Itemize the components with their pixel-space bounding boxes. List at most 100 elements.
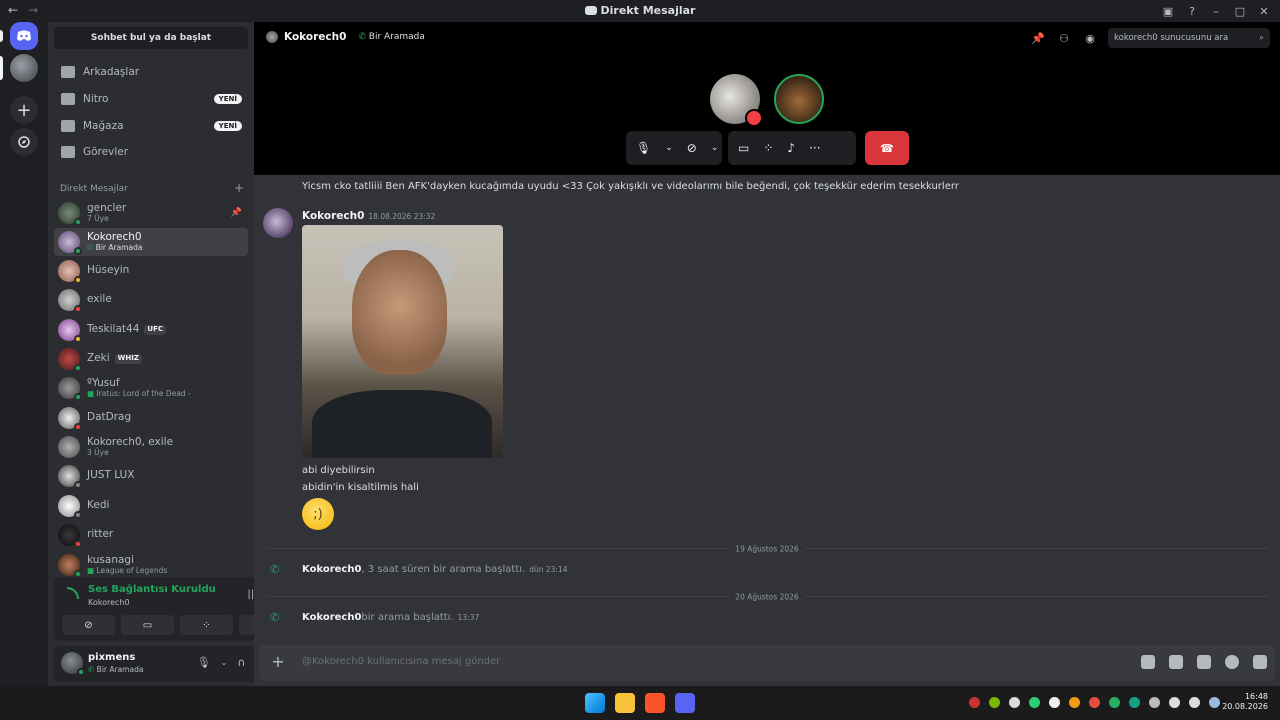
nav-shop[interactable]: Mağaza YENİ <box>54 114 248 138</box>
soundboard-icon[interactable]: ♪ <box>787 141 795 155</box>
avatar <box>58 260 82 284</box>
dm-item[interactable]: exile <box>54 286 248 314</box>
tray-icon[interactable] <box>1049 697 1060 708</box>
server-avatar[interactable] <box>10 54 38 82</box>
tray-icon[interactable] <box>1129 697 1140 708</box>
tray-icon[interactable] <box>1069 697 1080 708</box>
tray-icon[interactable] <box>969 697 980 708</box>
dm-item-active[interactable]: Kokorech0 ✆ Bir Aramada <box>54 228 248 256</box>
chevron-down-icon[interactable]: ⌄ <box>711 143 719 153</box>
battery-icon[interactable] <box>1209 697 1220 708</box>
screen-share-button[interactable]: ▭ <box>121 615 174 635</box>
participant-avatar[interactable] <box>710 74 763 127</box>
username[interactable]: pixmens <box>88 652 135 663</box>
dm-item[interactable]: ºYusuf ■ Iratus: Lord of the Dead - <box>54 374 248 402</box>
chevron-down-icon[interactable]: ⌄ <box>221 658 228 669</box>
phone-icon: ✆ <box>358 32 369 42</box>
discover-compass-icon[interactable] <box>10 128 38 156</box>
friends-icon <box>61 66 75 78</box>
signal-icon[interactable] <box>67 587 79 599</box>
apps-icon[interactable] <box>1253 655 1267 669</box>
pin-icon[interactable]: 📌 <box>231 208 242 218</box>
nav-quests[interactable]: Görevler <box>54 140 248 164</box>
dm-item[interactable]: Hüseyin <box>54 257 248 285</box>
participant-avatar-speaking[interactable] <box>774 74 824 124</box>
emoji-icon[interactable] <box>1225 655 1239 669</box>
tray-icon[interactable] <box>1109 697 1120 708</box>
camera-off-button[interactable]: ⊘ <box>62 615 115 635</box>
status-indicator <box>77 668 85 676</box>
screen-share-icon[interactable]: ▭ <box>738 141 749 155</box>
start-windows-icon[interactable] <box>585 693 605 713</box>
dm-item[interactable]: Kokorech0, exile 3 Üye <box>54 433 248 461</box>
file-explorer-icon[interactable] <box>615 693 635 713</box>
shop-icon <box>61 120 75 132</box>
nav-nitro[interactable]: Nitro YENİ <box>54 87 248 111</box>
clock[interactable]: 16:48 20.08.2026 <box>1222 692 1268 713</box>
message-text: abidin'in kisaltilmis hali <box>302 482 419 493</box>
help-icon[interactable]: ? <box>1182 3 1202 19</box>
minimize-icon[interactable]: – <box>1206 3 1226 19</box>
search-icon: ⌕ <box>1259 33 1264 43</box>
brave-browser-icon[interactable] <box>645 693 665 713</box>
tray-icon[interactable] <box>1089 697 1100 708</box>
microphone-icon[interactable]: 🎙 <box>636 141 651 155</box>
attach-plus-icon[interactable]: + <box>269 653 287 671</box>
dm-item[interactable]: ritter <box>54 521 248 549</box>
add-friends-icon[interactable]: ⚇ <box>1056 30 1072 46</box>
more-options-icon[interactable]: ··· <box>809 141 820 155</box>
add-server-button[interactable]: + <box>10 96 38 124</box>
profile-icon[interactable]: ◉ <box>1082 30 1098 46</box>
dm-item[interactable]: JUST LUX <box>54 462 248 490</box>
dm-item[interactable]: Teskilat44 UFC <box>54 316 248 344</box>
activities-icon[interactable]: ⁘ <box>763 141 773 155</box>
wink-emoji-icon[interactable]: ;) <box>302 498 334 530</box>
dm-item[interactable]: DatDrag <box>54 404 248 432</box>
camera-off-icon[interactable]: ⊘ <box>687 141 697 155</box>
call-log: ✆ Kokorech0, 3 saat süren bir arama başl… <box>270 563 568 576</box>
call-area: Kokorech0 ✆ Bir Aramada 📌 ⚇ ◉ kokorech0 … <box>254 22 1280 175</box>
user-avatar[interactable] <box>61 652 85 676</box>
volume-icon[interactable] <box>1189 697 1200 708</box>
inbox-icon[interactable]: ▣ <box>1158 3 1178 19</box>
wifi-icon[interactable] <box>1169 697 1180 708</box>
tray-icon[interactable] <box>1029 697 1040 708</box>
maximize-icon[interactable]: □ <box>1230 3 1250 19</box>
dm-section-header: Direkt Mesajlar + <box>60 181 244 195</box>
dm-item[interactable]: gencler 7 Üye 📌 <box>54 199 248 227</box>
close-icon[interactable]: ✕ <box>1254 3 1274 19</box>
tray-icon[interactable] <box>1009 697 1020 708</box>
discord-logo-icon <box>584 6 597 15</box>
search-input[interactable]: kokorech0 sunucusunu ara ⌕ <box>1108 28 1270 48</box>
microphone-icon[interactable]: 🎙 <box>197 656 211 669</box>
dm-item[interactable]: Kedi <box>54 492 248 520</box>
title-bar: ← → Direkt Mesajlar ▣ ? – □ ✕ <box>0 0 1280 22</box>
voice-channel[interactable]: Kokorech0 <box>88 598 130 607</box>
nvidia-icon[interactable] <box>989 697 1000 708</box>
channel-name[interactable]: Kokorech0 <box>284 31 346 43</box>
avatar[interactable] <box>263 208 293 238</box>
gif-icon[interactable] <box>1169 655 1183 669</box>
dm-item[interactable]: Zeki WHIZ <box>54 345 248 373</box>
gift-icon[interactable] <box>1141 655 1155 669</box>
pin-icon[interactable]: 📌 <box>1030 30 1046 46</box>
status-indicator <box>74 423 82 431</box>
chevron-down-icon[interactable]: ⌄ <box>665 143 673 153</box>
image-attachment[interactable] <box>302 225 503 458</box>
voice-status[interactable]: Ses Bağlantısı Kuruldu <box>88 584 216 595</box>
message-author[interactable]: Kokorech0 <box>302 210 364 222</box>
nav-friends[interactable]: Arkadaşlar <box>54 60 248 84</box>
status-indicator <box>74 218 82 226</box>
microphone-icon[interactable] <box>1149 697 1160 708</box>
message-input[interactable]: @Kokorech0 kullanıcısına mesaj gönder <box>302 656 500 667</box>
sticker-icon[interactable] <box>1197 655 1211 669</box>
hang-up-button[interactable]: ☎ <box>865 131 909 165</box>
create-dm-plus-icon[interactable]: + <box>234 182 244 194</box>
dm-item[interactable]: kusanagi ■ League of Legends <box>54 551 248 579</box>
activities-button[interactable]: ⁘ <box>180 615 233 635</box>
headphones-icon[interactable]: ∩ <box>237 656 245 669</box>
find-conversation-button[interactable]: Sohbet bul ya da başlat <box>54 27 248 49</box>
new-badge: YENİ <box>213 121 242 131</box>
home-discord-button[interactable] <box>10 22 38 50</box>
discord-app-icon[interactable] <box>675 693 695 713</box>
